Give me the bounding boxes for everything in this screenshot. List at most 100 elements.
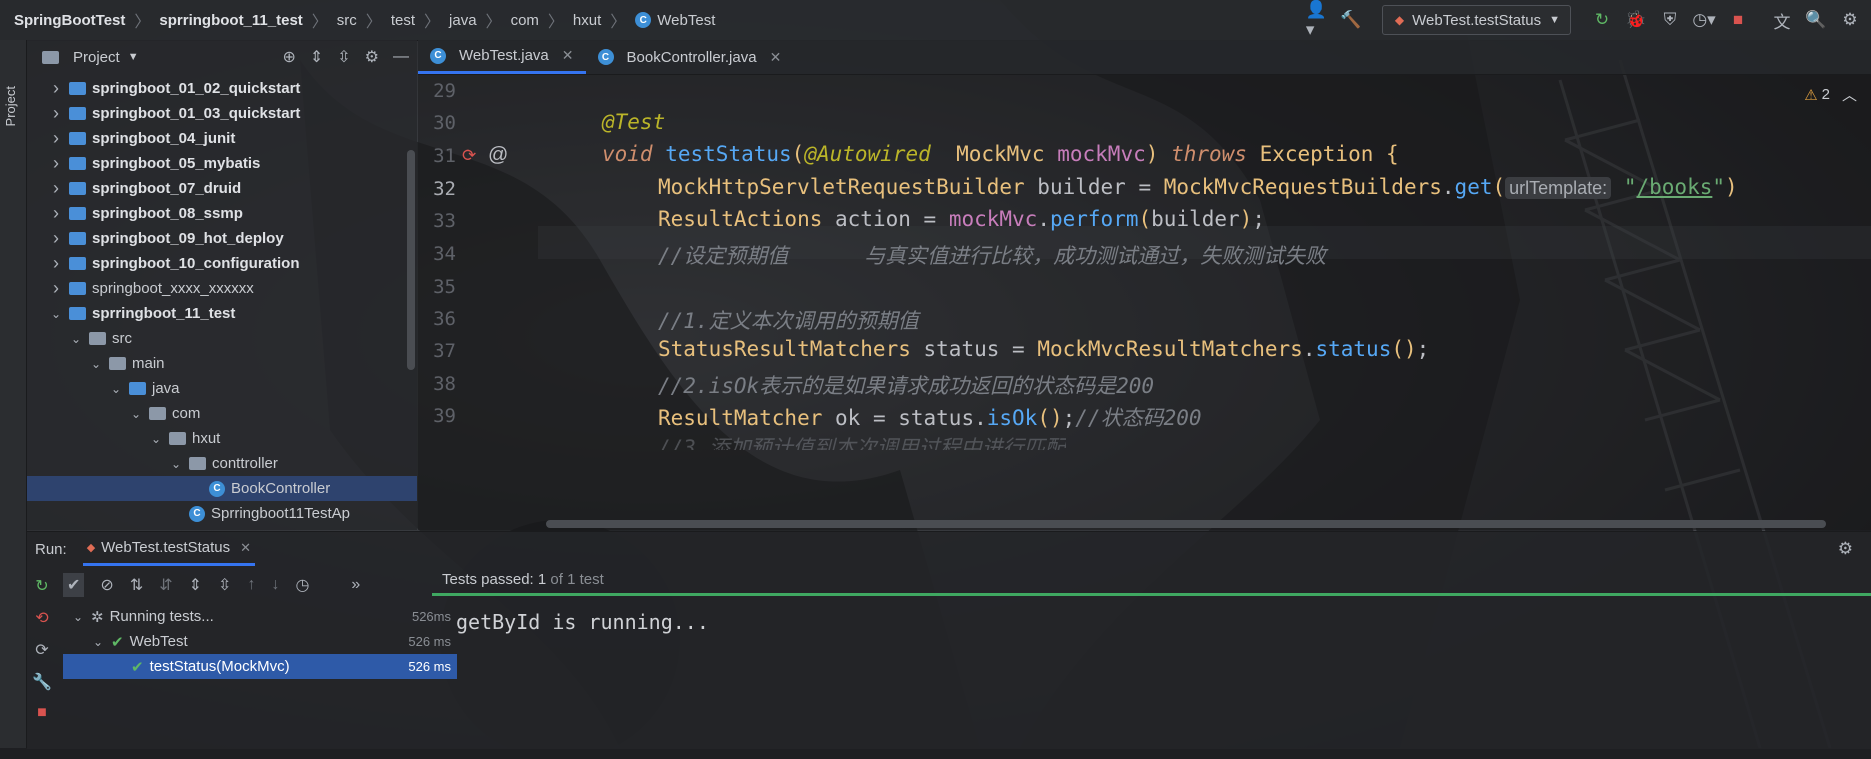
folder-icon xyxy=(149,407,166,420)
project-tool-window-button[interactable]: Project xyxy=(3,86,18,126)
profile-icon[interactable]: ◷▾ xyxy=(1692,9,1715,31)
breadcrumb-item[interactable]: SpringBootTest xyxy=(14,12,125,29)
show-ignored-icon[interactable]: ⊘ xyxy=(100,575,113,595)
previous-failed-icon[interactable]: ↑ xyxy=(247,576,255,594)
console-output[interactable]: getById is running... xyxy=(456,610,709,634)
build-hammer-icon[interactable]: 🔨 xyxy=(1340,9,1362,31)
search-icon[interactable]: 🔍 xyxy=(1805,9,1827,31)
chevron-right-icon[interactable]: › xyxy=(49,153,63,174)
tree-item[interactable]: C Sprringboot11TestAp xyxy=(27,501,417,526)
tree-item-label: springboot_10_configuration xyxy=(92,255,300,272)
next-failed-icon[interactable]: ↓ xyxy=(271,576,279,594)
chevron-down-icon[interactable]: ⌄ xyxy=(109,382,123,396)
close-icon[interactable]: ✕ xyxy=(562,47,574,64)
breadcrumb-item[interactable]: src xyxy=(337,12,357,29)
chevron-right-icon[interactable]: › xyxy=(49,228,63,249)
tab-bookcontroller[interactable]: C BookController.java ✕ xyxy=(586,40,794,74)
toggle-auto-test-icon[interactable]: ⟳ xyxy=(35,640,48,660)
chevron-right-icon[interactable]: › xyxy=(49,128,63,149)
tree-item[interactable]: ⌄ com xyxy=(27,401,417,426)
hide-icon[interactable]: — xyxy=(393,48,409,66)
test-history-icon[interactable]: ◷ xyxy=(295,575,309,595)
debug-icon[interactable]: 🐞 xyxy=(1625,9,1647,31)
breadcrumb-item[interactable]: com xyxy=(511,12,539,29)
chevron-down-icon[interactable]: ⌄ xyxy=(129,407,143,421)
chevron-down-icon[interactable]: ⌄ xyxy=(71,610,85,624)
chevron-down-icon[interactable]: ⌄ xyxy=(89,357,103,371)
tree-item[interactable]: › springboot_10_configuration xyxy=(27,251,417,276)
chevron-down-icon[interactable]: ⌄ xyxy=(49,307,63,321)
tree-item-label: springboot_07_druid xyxy=(92,180,242,197)
collapse-all-icon[interactable]: ⇳ xyxy=(218,575,231,595)
tree-item[interactable]: › springboot_04_junit xyxy=(27,126,417,151)
tree-item-label: conttroller xyxy=(212,455,278,472)
gear-icon[interactable]: ⚙ xyxy=(1838,539,1853,559)
tree-item[interactable]: › springboot_09_hot_deploy xyxy=(27,226,417,251)
sort-alpha-icon[interactable]: ⇅ xyxy=(130,575,143,595)
folder-icon xyxy=(69,157,86,170)
project-view-selector[interactable]: Project ▼ xyxy=(42,49,139,66)
test-result-item[interactable]: ⌄ ✲ Running tests... 526ms xyxy=(63,604,457,629)
chevron-right-icon[interactable]: › xyxy=(49,178,63,199)
tree-item[interactable]: ⌄ main xyxy=(27,351,417,376)
chevron-down-icon[interactable]: ⌄ xyxy=(169,457,183,471)
implementation-at-icon[interactable]: @ xyxy=(488,144,508,167)
breadcrumb-item[interactable]: java xyxy=(449,12,477,29)
run-tab[interactable]: ◆ WebTest.testStatus ✕ xyxy=(82,532,256,566)
tree-item[interactable]: ⌄ hxut xyxy=(27,426,417,451)
expand-all-icon[interactable]: ⇕ xyxy=(310,47,323,67)
gear-icon[interactable]: ⚙ xyxy=(365,47,379,67)
run-gutter-icon[interactable]: ⟳ xyxy=(462,146,476,166)
chevron-right-icon[interactable]: › xyxy=(49,253,63,274)
sort-duration-icon[interactable]: ⇵ xyxy=(159,575,172,595)
tree-item[interactable]: ⌄ java xyxy=(27,376,417,401)
test-result-item[interactable]: ⌄ ✔ WebTest 526 ms xyxy=(63,629,457,654)
collapse-all-icon[interactable]: ⇳ xyxy=(337,47,350,67)
tree-item[interactable]: C BookController xyxy=(27,476,417,501)
tree-item[interactable]: ⌄ sprringboot_11_test xyxy=(27,301,417,326)
coverage-icon[interactable]: ⛨ xyxy=(1659,9,1681,31)
user-icon[interactable]: 👤▾ xyxy=(1306,0,1328,39)
tree-item[interactable]: › springboot_08_ssmp xyxy=(27,201,417,226)
close-icon[interactable]: ✕ xyxy=(770,49,782,66)
tab-webtest[interactable]: C WebTest.java ✕ xyxy=(418,40,586,74)
chevron-up-icon[interactable]: ︿ xyxy=(1842,84,1857,105)
tree-item[interactable]: ⌄ conttroller xyxy=(27,451,417,476)
wrench-icon[interactable]: 🔧 xyxy=(32,672,52,692)
rerun-failed-icon[interactable]: ⟲ xyxy=(35,608,48,628)
settings-gear-icon[interactable]: ⚙ xyxy=(1839,9,1861,31)
scrollbar[interactable] xyxy=(407,150,415,370)
close-icon[interactable]: ✕ xyxy=(240,540,251,556)
chevron-right-icon[interactable]: › xyxy=(49,203,63,224)
test-result-item[interactable]: ✔ testStatus(MockMvc) 526 ms xyxy=(63,654,457,679)
stop-icon[interactable]: ■ xyxy=(37,704,47,722)
chevron-down-icon[interactable]: ⌄ xyxy=(91,635,105,649)
chevron-right-icon[interactable]: › xyxy=(49,78,63,99)
breadcrumb-item[interactable]: sprringboot_11_test xyxy=(159,12,302,29)
check-icon: ✔ xyxy=(131,658,144,676)
chevron-right-icon[interactable]: › xyxy=(49,278,63,299)
tree-item[interactable]: ⌄ src xyxy=(27,326,417,351)
tree-item[interactable]: › springboot_05_mybatis xyxy=(27,151,417,176)
tree-item[interactable]: › springboot_01_03_quickstart xyxy=(27,101,417,126)
show-passed-icon[interactable]: ✔ xyxy=(63,573,85,597)
tree-item[interactable]: › springboot_xxxx_xxxxxx xyxy=(27,276,417,301)
run-configuration-select[interactable]: ◆ WebTest.testStatus ▼ xyxy=(1381,5,1571,35)
breadcrumb-item[interactable]: test xyxy=(391,12,415,29)
tree-item[interactable]: › springboot_01_02_quickstart xyxy=(27,76,417,101)
inspection-widget[interactable]: ⚠ 2 ︿ xyxy=(1804,84,1857,105)
breadcrumb-item[interactable]: hxut xyxy=(573,12,601,29)
rerun-icon[interactable]: ↻ xyxy=(35,576,48,596)
rerun-icon[interactable]: ↻ xyxy=(1591,9,1613,31)
stop-icon[interactable]: ■ xyxy=(1727,9,1749,31)
translate-icon[interactable]: 文 xyxy=(1771,9,1793,32)
locate-icon[interactable]: ⊕ xyxy=(282,47,295,67)
breadcrumb-item-webtest[interactable]: C WebTest xyxy=(635,12,715,29)
chevron-down-icon[interactable]: ⌄ xyxy=(149,432,163,446)
tree-item[interactable]: › springboot_07_druid xyxy=(27,176,417,201)
horizontal-scrollbar[interactable] xyxy=(546,520,1826,528)
chevron-right-icon[interactable]: › xyxy=(49,103,63,124)
chevron-down-icon[interactable]: ⌄ xyxy=(69,332,83,346)
expand-all-icon[interactable]: ⇕ xyxy=(189,575,202,595)
more-icon[interactable]: » xyxy=(351,576,360,594)
